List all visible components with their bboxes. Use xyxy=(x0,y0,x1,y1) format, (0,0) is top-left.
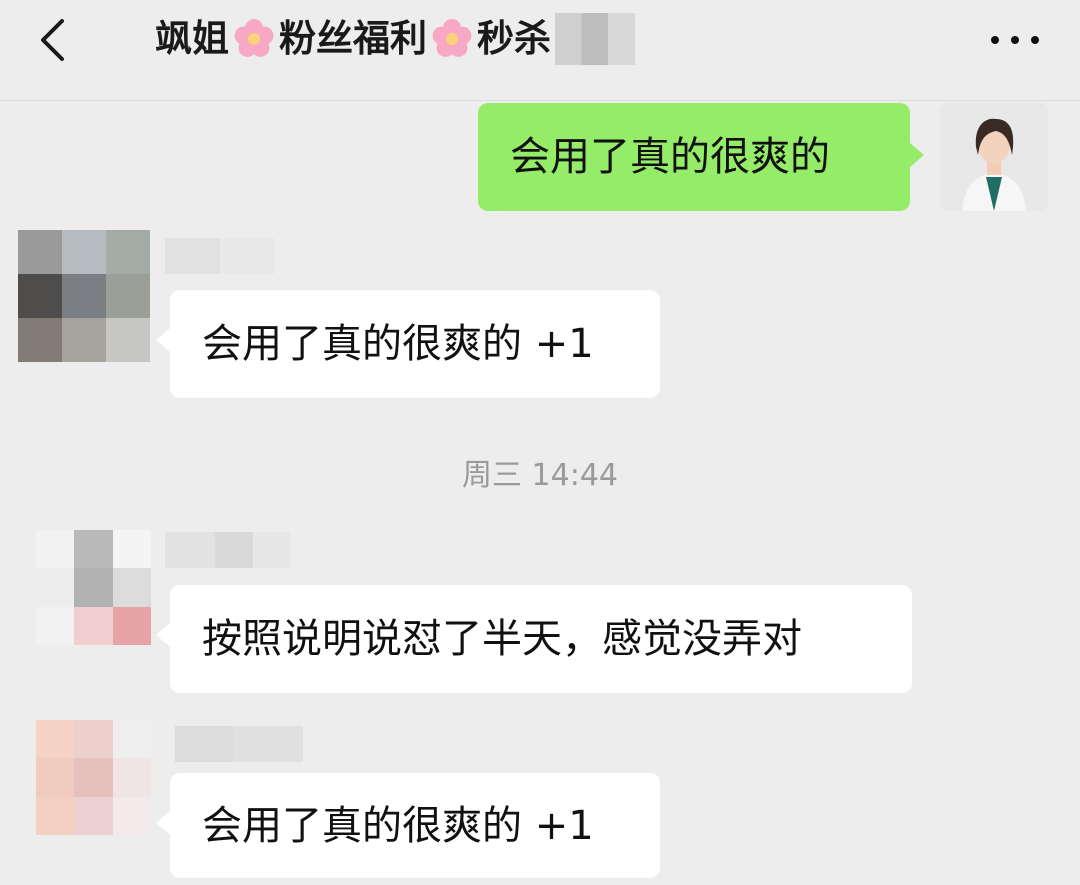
message-bubble-self[interactable]: 会用了真的很爽的 xyxy=(478,103,924,211)
message-text: 按照说明说怼了半天，感觉没弄对 xyxy=(202,616,802,662)
title-text-2: 粉丝福利 xyxy=(279,17,427,60)
more-options-button[interactable] xyxy=(980,20,1050,60)
message-timestamp: 周三 14:44 xyxy=(462,458,618,493)
sender-name-redacted xyxy=(175,726,303,762)
title-text-1: 飒姐 xyxy=(155,17,229,60)
message-bubble-other[interactable]: 会用了真的很爽的 +1 xyxy=(156,290,660,398)
message-bubble-other[interactable]: 会用了真的很爽的 +1 xyxy=(156,773,660,878)
chat-header: 飒姐 粉丝福利 秒杀 xyxy=(0,0,1080,101)
back-button[interactable] xyxy=(30,10,80,65)
chevron-left-icon xyxy=(41,19,64,61)
title-text-3: 秒杀 xyxy=(477,17,551,60)
avatar-self[interactable] xyxy=(940,103,1048,211)
sender-name-redacted xyxy=(165,532,290,568)
chat-title: 飒姐 粉丝福利 秒杀 xyxy=(155,13,635,65)
message-bubble-other[interactable]: 按照说明说怼了半天，感觉没弄对 xyxy=(156,585,912,693)
message-text: 会用了真的很爽的 +1 xyxy=(202,802,594,849)
doctor-portrait-avatar xyxy=(940,103,1048,211)
sender-name-redacted xyxy=(165,238,275,274)
avatar-other[interactable] xyxy=(18,230,150,362)
cherry-blossom-icon xyxy=(432,19,472,57)
message-text: 会用了真的很爽的 xyxy=(510,134,830,180)
message-text: 会用了真的很爽的 +1 xyxy=(202,321,594,367)
avatar-other[interactable] xyxy=(36,720,151,835)
avatar-other[interactable] xyxy=(36,530,151,645)
title-redaction-mosaic xyxy=(555,13,635,65)
cherry-blossom-icon xyxy=(234,19,274,57)
